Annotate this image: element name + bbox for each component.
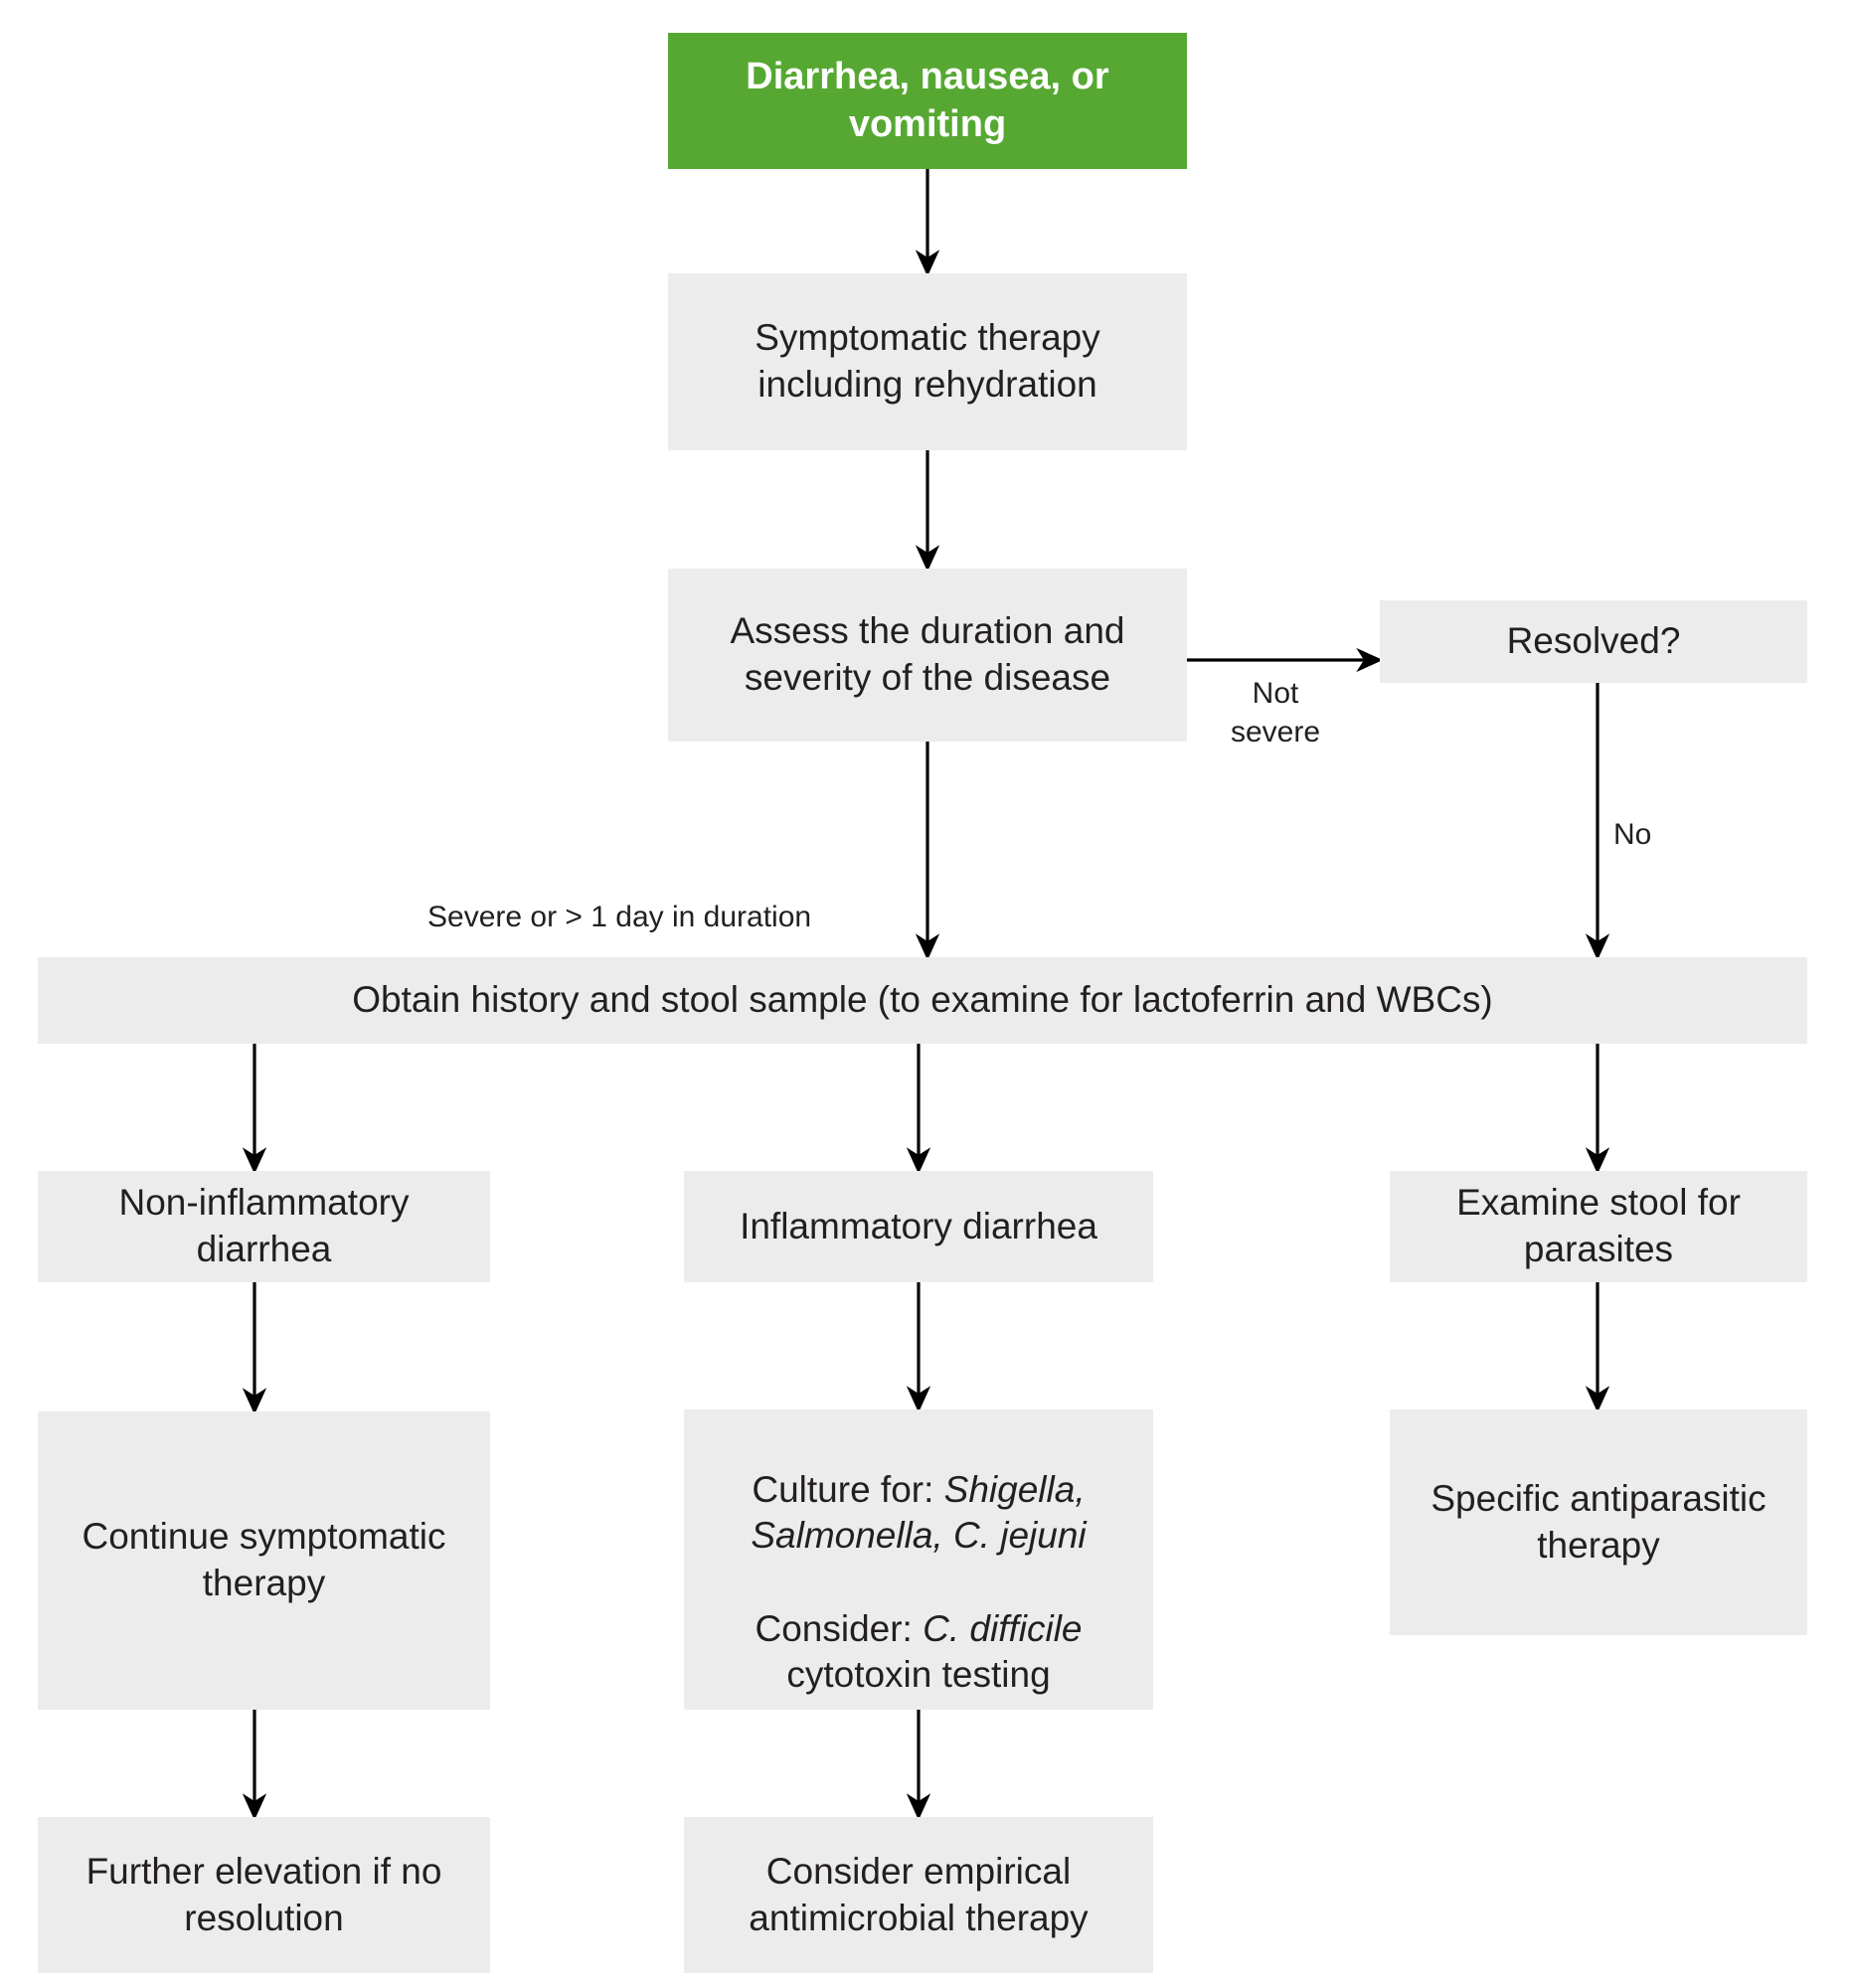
flowchart-canvas: Diarrhea, nausea, or vomiting Symptomati… xyxy=(0,0,1851,1988)
node-consider-empirical-therapy[interactable]: Consider empirical antimicrobial therapy xyxy=(684,1817,1153,1973)
node-symptomatic-therapy-label: Symptomatic therapy including rehydratio… xyxy=(755,317,1100,405)
node-continue-symptomatic-therapy[interactable]: Continue symptomatic therapy xyxy=(38,1411,490,1710)
consider-organism-italic: C. difficile xyxy=(923,1607,1083,1649)
culture-prefix-text: Culture for: xyxy=(752,1468,944,1510)
node-consider-empirical-therapy-label: Consider empirical antimicrobial therapy xyxy=(749,1850,1089,1938)
node-obtain-history-stool-label: Obtain history and stool sample (to exam… xyxy=(352,979,1493,1021)
node-continue-symptomatic-therapy-label: Continue symptomatic therapy xyxy=(82,1516,446,1603)
node-further-elevation-label: Further elevation if no resolution xyxy=(85,1850,442,1938)
node-specific-antiparasitic-therapy[interactable]: Specific antiparasitic therapy xyxy=(1390,1409,1807,1635)
edge-label-not-severe: Not severe xyxy=(1230,677,1321,748)
node-culture-consider-testing-label: Culture for: Shigella, Salmonella, C. je… xyxy=(696,1420,1141,1699)
node-start-symptoms[interactable]: Diarrhea, nausea, or vomiting xyxy=(668,33,1187,169)
consider-prefix-text: Consider: xyxy=(755,1607,924,1649)
node-obtain-history-stool[interactable]: Obtain history and stool sample (to exam… xyxy=(38,957,1807,1044)
node-specific-antiparasitic-therapy-label: Specific antiparasitic therapy xyxy=(1430,1477,1767,1566)
node-resolved-question[interactable]: Resolved? xyxy=(1380,600,1807,683)
node-examine-stool-parasites-label: Examine stool for parasites xyxy=(1456,1182,1741,1269)
node-inflammatory-diarrhea-label: Inflammatory diarrhea xyxy=(740,1205,1097,1246)
node-symptomatic-therapy[interactable]: Symptomatic therapy including rehydratio… xyxy=(668,273,1187,450)
node-assess-duration-severity-label: Assess the duration and severity of the … xyxy=(730,610,1125,698)
node-inflammatory-diarrhea[interactable]: Inflammatory diarrhea xyxy=(684,1171,1153,1282)
node-examine-stool-parasites[interactable]: Examine stool for parasites xyxy=(1390,1171,1807,1282)
consider-suffix-text: cytotoxin testing xyxy=(786,1654,1051,1696)
node-non-inflammatory-diarrhea[interactable]: Non-inflammatory diarrhea xyxy=(38,1171,490,1282)
node-further-elevation[interactable]: Further elevation if no resolution xyxy=(38,1817,490,1973)
node-non-inflammatory-diarrhea-label: Non-inflammatory diarrhea xyxy=(118,1182,410,1269)
edge-label-severe-duration: Severe or > 1 day in duration xyxy=(427,901,812,933)
node-resolved-question-label: Resolved? xyxy=(1506,620,1681,662)
node-culture-consider-testing[interactable]: Culture for: Shigella, Salmonella, C. je… xyxy=(684,1409,1153,1710)
node-assess-duration-severity[interactable]: Assess the duration and severity of the … xyxy=(668,569,1187,742)
node-start-symptoms-label: Diarrhea, nausea, or vomiting xyxy=(746,55,1109,145)
edge-label-no: No xyxy=(1613,818,1652,851)
